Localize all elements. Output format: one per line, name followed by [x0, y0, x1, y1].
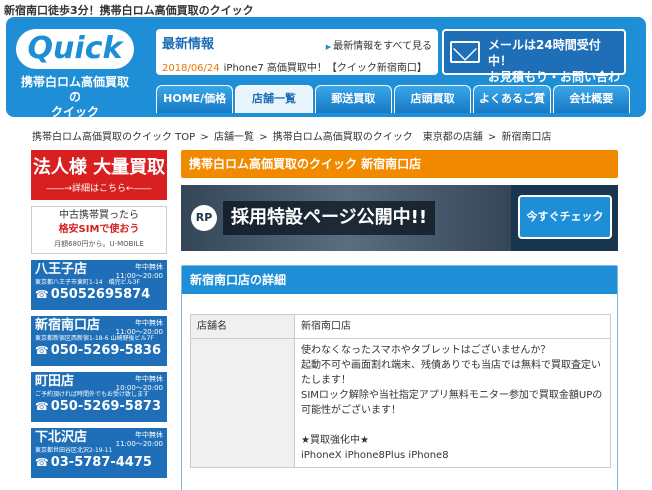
sim-line-2: 格安SIMで使おう [58, 224, 140, 235]
sidebar: 法人様 大量買取 ――→詳細はこちら←―― 中古携帯買ったら 格安SIMで使おう… [31, 150, 167, 484]
table-key [190, 338, 295, 468]
recruit-headline: 採用特設ページ公開中!! [223, 201, 436, 235]
table-value: 使わなくなったスマホやタブレットはございませんか？ 起動不可や画面割れ端末、残債… [294, 338, 611, 468]
desc-line: 起動不可や画面割れ端末、残債ありでも当店では無料で買取査定いたします！ [301, 360, 601, 386]
shop-hours-2: 11:00～20:00 [115, 440, 163, 448]
shop-hours-2: 11:00～20:00 [115, 328, 163, 336]
site-tagline: 新宿南口徒歩3分！携帯白ロム高価買取のクイック [4, 4, 254, 17]
shop-banner-hachioji[interactable]: 八王子店 年中無休 11:00～20:00 東京都八王子市東町1-14 橋完ビル3… [31, 260, 167, 310]
table-key: 店舗名 [190, 314, 295, 339]
shop-hours-2: 10:00～20:00 [115, 384, 163, 392]
news-box: 最新情報 最新情報をすべて見る 2018/06/24iPhone7 高価買取中！… [156, 29, 438, 75]
shop-hours: 年中無休 11:00～20:00 [116, 319, 163, 337]
nav-faq[interactable]: よくあるご質問 [473, 85, 551, 131]
news-text: iPhone7 高価買取中！【クイック新宿南口】 [223, 63, 427, 74]
news-item[interactable]: 2018/06/24 iPhone7 高価買取中！【クイック新宿南口】 [162, 59, 427, 74]
shop-title: 携帯白ロム高価買取のクイック 新宿南口店 [181, 150, 618, 178]
breadcrumb-current: 新宿南口店 [501, 132, 552, 143]
shop-name: 下北沢店 [35, 430, 88, 445]
desc-line [301, 418, 604, 433]
breadcrumb-sep: > [200, 132, 209, 143]
breadcrumb-tokyo[interactable]: 携帯白ロム高価買取のクイック 東京都の店舗 [273, 132, 483, 143]
table-row: 使わなくなったスマホやタブレットはございませんか？ 起動不可や画面割れ端末、残債… [190, 338, 611, 468]
detail-title: 新宿南口店の詳細 [190, 273, 287, 287]
desc-line: iPhoneX iPhone8Plus iPhone8 [301, 450, 449, 461]
logo-tagline-2: クイック [50, 105, 99, 119]
shop-banner-machida[interactable]: 町田店 年中無休 10:00～20:00 ご予約頂ければ時間外でもお受け致します … [31, 372, 167, 422]
shop-hours: 年中無休 11:00～20:00 [116, 431, 163, 449]
sim-line-1: 中古携帯買ったら [59, 210, 139, 221]
nav-shops[interactable]: 店舗一覧 [235, 85, 313, 113]
nav-mail-buy[interactable]: 郵送買取 [314, 85, 392, 113]
shop-banner-shinjuku[interactable]: 新宿南口店 年中無休 11:00～20:00 東京都新宿区西新宿1-18-6 山崎… [31, 316, 167, 366]
logo-wordmark: Quick [16, 29, 134, 69]
shop-hours: 年中無休 11:00～20:00 [116, 263, 163, 281]
corp-banner-link: ――→詳細はこちら←―― [46, 184, 152, 194]
shop-hours: 年中無休 10:00～20:00 [116, 375, 163, 393]
shop-hours-1: 年中無休 [135, 319, 163, 327]
desc-line: ★買取強化中★ [301, 435, 369, 446]
nav-home[interactable]: HOME/価格 [156, 85, 234, 113]
corporate-bulk-banner[interactable]: 法人様 大量買取 ――→詳細はこちら←―― [31, 150, 167, 200]
sim-line-3: 月額680円から。U-MOBILE [54, 240, 144, 248]
corp-banner-title: 法人様 大量買取 [32, 157, 166, 178]
breadcrumb-top[interactable]: 携帯白ロム高価買取のクイック TOP [32, 132, 195, 143]
shop-phone: 050-5269-5873 [35, 399, 163, 414]
shop-phone: 05052695874 [35, 287, 163, 302]
table-value: 新宿南口店 [294, 314, 611, 339]
breadcrumb: 携帯白ロム高価買取のクイック TOP > 店舗一覧 > 携帯白ロム高価買取のクイ… [32, 128, 554, 143]
table-row: 店舗名 新宿南口店 [190, 314, 611, 339]
shop-hours-1: 年中無休 [135, 375, 163, 383]
breadcrumb-shops[interactable]: 店舗一覧 [214, 132, 254, 143]
shop-hours-1: 年中無休 [135, 431, 163, 439]
shop-phone: 03-5787-4475 [35, 455, 163, 470]
shop-hours-1: 年中無休 [135, 263, 163, 271]
nav-store-buy[interactable]: 店頭買取 [393, 85, 472, 113]
shop-name: 新宿南口店 [35, 318, 101, 333]
mail-icon [450, 41, 480, 63]
shop-hours-2: 11:00～20:00 [115, 272, 163, 280]
breadcrumb-sep: > [259, 132, 268, 143]
umobile-sim-banner[interactable]: 中古携帯買ったら 格安SIMで使おう 月額680円から。U-MOBILE [31, 206, 167, 254]
news-all-link[interactable]: 最新情報をすべて見る [326, 37, 432, 52]
recruit-banner[interactable]: RP 採用特設ページ公開中!! 今すぐチェック [181, 185, 618, 251]
main-nav: HOME/価格 店舗一覧 郵送買取 店頭買取 よくあるご質問 会社概要 [156, 85, 630, 131]
nav-company[interactable]: 会社概要 [552, 85, 630, 113]
detail-body: 店舗名 新宿南口店 使わなくなったスマホやタブレットはございませんか？ 起動不可… [182, 294, 617, 490]
shop-name: 町田店 [35, 374, 75, 389]
shop-name: 八王子店 [35, 262, 88, 277]
breadcrumb-sep: > [487, 132, 497, 143]
shop-phone: 050-5269-5836 [35, 343, 163, 358]
main-content: 携帯白ロム高価買取のクイック 新宿南口店 RP 採用特設ページ公開中!! 今すぐ… [181, 150, 618, 490]
recruit-logo-icon: RP [191, 205, 217, 231]
desc-line: 使わなくなったスマホやタブレットはございませんか？ [301, 345, 551, 356]
mail-line-1: メールは24時間受付中！ [488, 38, 601, 68]
shop-banner-shimokitazawa[interactable]: 下北沢店 年中無休11:00～20:00 東京都世田谷区北沢2-19-11 03… [31, 428, 167, 478]
shop-detail-section: 新宿南口店の詳細 店舗名 新宿南口店 使わなくなったスマホやタブレットはございま… [181, 265, 618, 490]
news-date: 2018/06/24 [162, 63, 220, 74]
logo-tagline-1: 携帯白ロム高価買取の [20, 75, 129, 104]
shop-info-table: 店舗名 新宿南口店 使わなくなったスマホやタブレットはございませんか？ 起動不可… [190, 314, 611, 468]
site-logo[interactable]: Quick 携帯白ロム高価買取の クイック [16, 29, 134, 119]
desc-line: SIMロック解除や当社指定アプリ無料モニター参加で買取金額UPの可能性がございま… [301, 390, 603, 416]
header: Quick 携帯白ロム高価買取の クイック 最新情報 最新情報をすべて見る 20… [6, 17, 646, 131]
mail-contact-button[interactable]: メールは24時間受付中！ お見積もり・お問い合わせ [442, 29, 626, 100]
recruit-check-button[interactable]: 今すぐチェック [518, 195, 612, 239]
logo-tagline: 携帯白ロム高価買取の クイック [16, 75, 134, 120]
